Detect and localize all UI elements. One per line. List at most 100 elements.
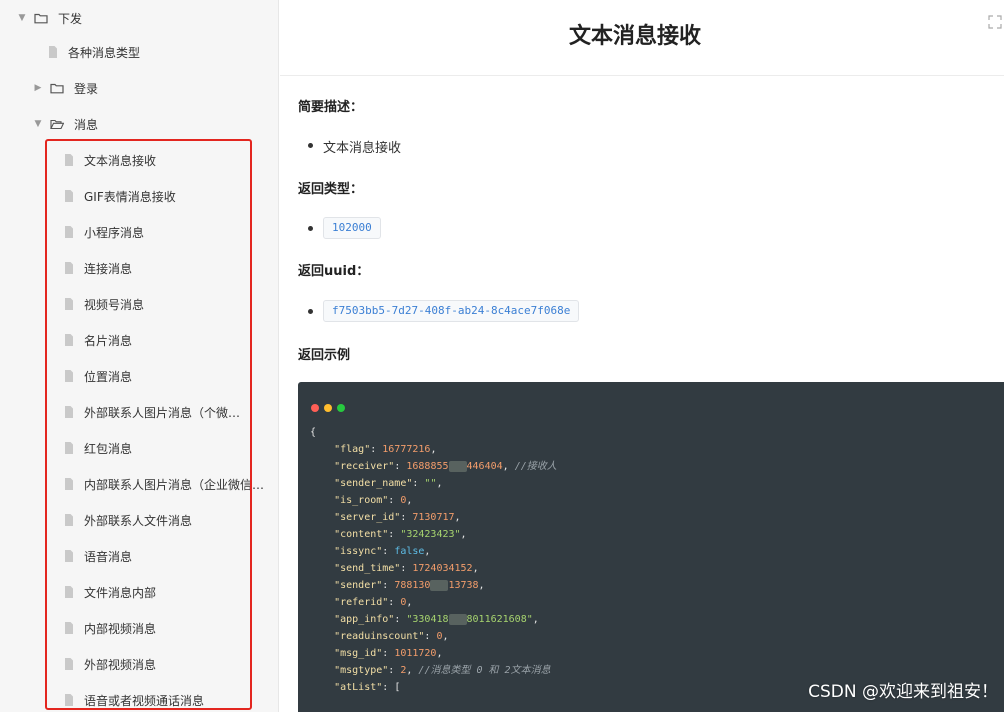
document-icon bbox=[64, 154, 74, 166]
list-bullet bbox=[308, 309, 313, 314]
json-value: 0 bbox=[400, 597, 407, 608]
json-value: 13738 bbox=[448, 580, 479, 591]
app-window: ▼ 下发 各种消息类型 ▶ 登录 ▼ 消息 文本消息接收 GIF表情消息接收 小… bbox=[0, 0, 1004, 712]
yellow-dot-icon bbox=[324, 404, 332, 412]
tree-node-internal-video-msg[interactable]: 内部视频消息 bbox=[64, 610, 156, 646]
json-value: 0 bbox=[436, 631, 443, 642]
document-icon bbox=[48, 46, 58, 58]
code-comment: //接收人 bbox=[514, 461, 557, 472]
tree-node-label: 各种消息类型 bbox=[68, 45, 141, 60]
json-value: 1688855 bbox=[406, 461, 449, 472]
document-icon bbox=[64, 586, 74, 598]
document-icon bbox=[64, 226, 74, 238]
tree-node-internal-image-msg[interactable]: 内部联系人图片消息（企业微信用... bbox=[64, 466, 274, 502]
tree-node-external-video-msg[interactable]: 外部视频消息 bbox=[64, 646, 156, 682]
code-line: "referid": 0, bbox=[334, 597, 413, 608]
tree-node-external-file-msg[interactable]: 外部联系人文件消息 bbox=[64, 502, 192, 538]
caret-right-icon[interactable]: ▶ bbox=[32, 82, 44, 94]
json-value: 1011720 bbox=[394, 648, 437, 659]
json-key: "flag" bbox=[334, 444, 371, 455]
tree-node-label: 外部联系人图片消息（个微发的） bbox=[84, 405, 250, 420]
code-line: "sender_name": "", bbox=[334, 478, 443, 489]
document-icon bbox=[64, 658, 74, 670]
caret-down-icon[interactable]: ▼ bbox=[16, 12, 28, 24]
title-bar: 文本消息接收 bbox=[280, 0, 1004, 76]
json-key: "send_time" bbox=[334, 563, 401, 574]
tree-node-card-msg[interactable]: 名片消息 bbox=[64, 322, 132, 358]
code-line: "server_id": 7130717, bbox=[334, 512, 461, 523]
json-key: "app_info" bbox=[334, 614, 395, 625]
json-value: "330418 bbox=[406, 614, 449, 625]
redacted-block bbox=[448, 613, 467, 625]
tree-node-message[interactable]: ▼ 消息 bbox=[32, 106, 98, 142]
json-value: 446404 bbox=[466, 461, 503, 472]
green-dot-icon bbox=[337, 404, 345, 412]
json-value: "" bbox=[424, 478, 437, 489]
json-key: "msg_id" bbox=[334, 648, 383, 659]
tree-node-label: 视频号消息 bbox=[84, 297, 145, 312]
return-type-code: 102000 bbox=[323, 217, 381, 239]
tree-node-channels-msg[interactable]: 视频号消息 bbox=[64, 286, 144, 322]
code-line: "atList": [ bbox=[334, 682, 401, 693]
json-key: "issync" bbox=[334, 546, 383, 557]
red-dot-icon bbox=[311, 404, 319, 412]
redacted-block bbox=[430, 579, 449, 591]
document-icon bbox=[64, 190, 74, 202]
document-icon bbox=[64, 370, 74, 382]
code-line: "receiver": 1688855 446404, //接收人 bbox=[334, 460, 557, 472]
tree-node-link-msg[interactable]: 连接消息 bbox=[64, 250, 132, 286]
code-line: "readuinscount": 0, bbox=[334, 631, 449, 642]
document-icon bbox=[64, 262, 74, 274]
code-line: "flag": 16777216, bbox=[334, 444, 437, 455]
tree-node-label: GIF表情消息接收 bbox=[84, 189, 176, 204]
tree-node-external-image-msg[interactable]: 外部联系人图片消息（个微发的） bbox=[64, 394, 250, 430]
tree-node-label: 文本消息接收 bbox=[84, 153, 157, 168]
watermark: CSDN @欢迎来到祖安！ bbox=[808, 682, 998, 702]
tree-node-redpacket-msg[interactable]: 红包消息 bbox=[64, 430, 132, 466]
json-value: 16777216 bbox=[382, 444, 431, 455]
caret-down-icon[interactable]: ▼ bbox=[32, 118, 44, 130]
tree-node-label: 连接消息 bbox=[84, 261, 133, 276]
document-icon bbox=[64, 334, 74, 346]
json-value: 788130 bbox=[394, 580, 431, 591]
window-dots bbox=[311, 404, 345, 412]
json-key: "sender_name" bbox=[334, 478, 413, 489]
tree-node-call-msg[interactable]: 语音或者视频通话消息 bbox=[64, 682, 204, 712]
return-type-heading: 返回类型： bbox=[298, 182, 364, 197]
json-value: 7130717 bbox=[412, 512, 455, 523]
code-line: "content": "32423423", bbox=[334, 529, 467, 540]
tree-node-xiafa[interactable]: ▼ 下发 bbox=[16, 0, 82, 36]
folder-icon bbox=[50, 82, 64, 94]
document-icon bbox=[64, 442, 74, 454]
page-title: 文本消息接收 bbox=[568, 24, 701, 49]
tree-node-gif-msg[interactable]: GIF表情消息接收 bbox=[64, 178, 176, 214]
json-value: [ bbox=[394, 682, 401, 693]
tree-node-label: 语音或者视频通话消息 bbox=[84, 693, 205, 708]
tree-node-msg-types[interactable]: 各种消息类型 bbox=[48, 34, 140, 70]
tree-node-voice-msg[interactable]: 语音消息 bbox=[64, 538, 132, 574]
tree-node-location-msg[interactable]: 位置消息 bbox=[64, 358, 132, 394]
code-line: "app_info": "330418 8011621608", bbox=[334, 613, 539, 625]
tree-node-text-msg[interactable]: 文本消息接收 bbox=[64, 142, 156, 178]
code-block[interactable]: { "flag": 16777216, "receiver": 1688855 4… bbox=[298, 382, 1004, 712]
json-key: "content" bbox=[334, 529, 389, 540]
tree-node-miniprogram-msg[interactable]: 小程序消息 bbox=[64, 214, 144, 250]
tree-node-label: 消息 bbox=[74, 117, 99, 132]
code-line: "msg_id": 1011720, bbox=[334, 648, 443, 659]
tree-node-label: 外部视频消息 bbox=[84, 657, 157, 672]
main-content: 文本消息接收 简要描述： 文本消息接收 返回类型： 102000 返回uuid：… bbox=[280, 0, 1004, 712]
code-text: { "flag": 16777216, "receiver": 1688855 4… bbox=[310, 424, 1004, 696]
tree-node-login[interactable]: ▶ 登录 bbox=[32, 70, 98, 106]
code-open-brace: { bbox=[310, 427, 317, 438]
tree-node-label: 内部视频消息 bbox=[84, 621, 157, 636]
document-icon bbox=[64, 550, 74, 562]
json-key: "referid" bbox=[334, 597, 389, 608]
json-value: "32423423" bbox=[400, 529, 461, 540]
tree-node-file-internal-msg[interactable]: 文件消息内部 bbox=[64, 574, 156, 610]
fullscreen-icon[interactable] bbox=[988, 14, 1002, 29]
redacted-block bbox=[448, 460, 467, 472]
code-line: "send_time": 1724034152, bbox=[334, 563, 479, 574]
tree-node-label: 语音消息 bbox=[84, 549, 133, 564]
code-line: "is_room": 0, bbox=[334, 495, 413, 506]
sidebar: ▼ 下发 各种消息类型 ▶ 登录 ▼ 消息 文本消息接收 GIF表情消息接收 小… bbox=[0, 0, 279, 712]
